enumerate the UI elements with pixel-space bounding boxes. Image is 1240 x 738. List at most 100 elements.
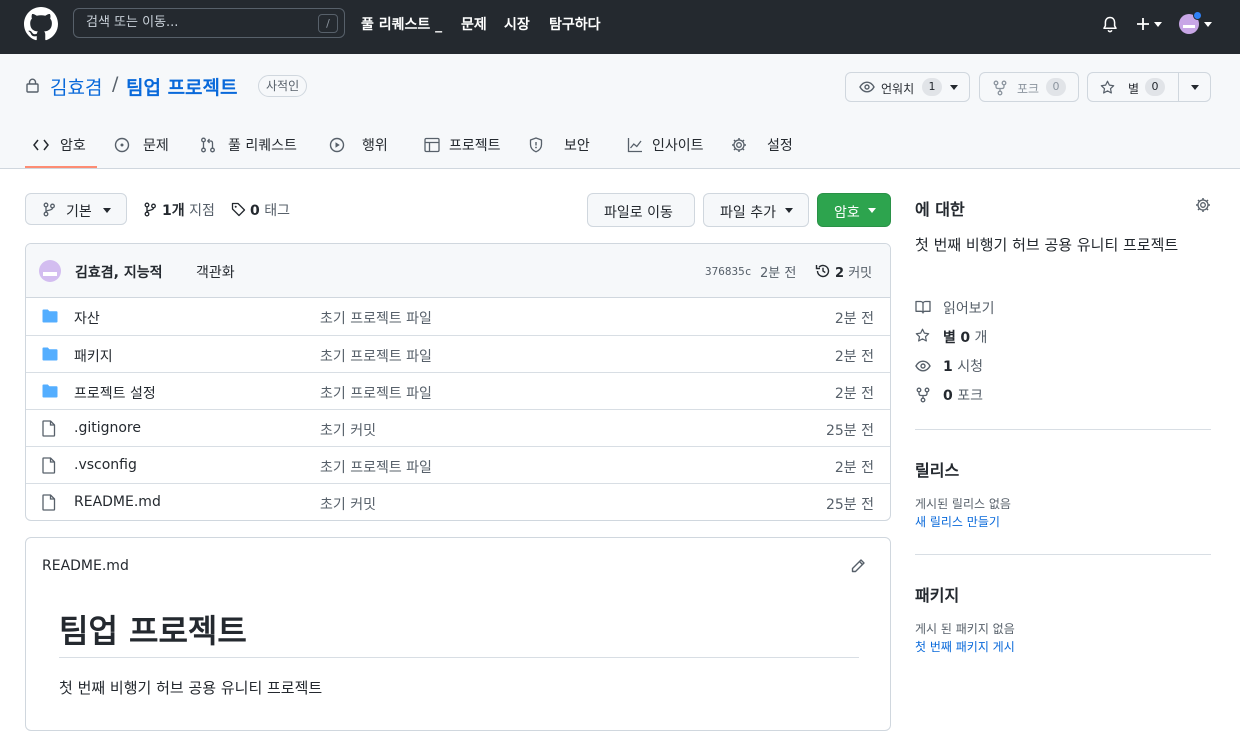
tab-code[interactable]: 암호 [60,135,86,155]
goto-file-label: 파일로 이동 [604,205,673,221]
graph-icon [627,138,642,153]
branches-label: 지점 [189,203,215,219]
file-commit-message[interactable]: 초기 프로젝트 파일 [320,457,432,477]
tab-projects[interactable]: 프로젝트 [449,135,501,155]
publish-package-link[interactable]: 첫 번째 패키지 게시 [915,638,1015,655]
repo-owner-link[interactable]: 김효겸 [50,73,102,100]
file-age: 25분 전 [825,423,874,439]
star-list-chevron-down-icon[interactable] [1191,85,1199,91]
repo-header: 김효겸 / 팀업 프로젝트 사적인 언워치 1 포크 0 별 0 암호 문제 풀… [0,54,1240,169]
folder-icon [42,347,58,361]
about-settings-gear-icon[interactable] [1195,197,1211,213]
file-row[interactable]: .vsconfig 초기 프로젝트 파일 2분 전 [26,446,890,483]
visibility-badge: 사적인 [258,75,308,97]
unwatch-label: 언워치 [881,82,915,96]
file-browser: 김효겸, 지능적 객관화 376835c 2분 전 2 커밋 자산초기 프로젝트… [25,243,891,521]
chevron-down-icon[interactable] [1154,22,1162,28]
tab-insights[interactable]: 인사이트 [652,135,704,155]
file-name[interactable]: 자산 [74,308,100,328]
chevron-down-icon [103,208,111,213]
branch-name: 기본 [66,204,92,220]
code-button-label: 암호 [834,205,860,221]
file-age: 2분 전 [834,460,874,476]
readme-body: 첫 번째 비행기 허브 공용 유니티 프로젝트 [59,679,323,697]
commit-authors[interactable]: 김효겸, 지능적 [75,262,162,282]
file-row[interactable]: README.md 초기 커밋 25분 전 [26,483,890,520]
commit-sha[interactable]: 376835c [705,265,751,278]
goto-file-button[interactable]: 파일로 이동 [587,193,695,227]
file-row[interactable]: 프로젝트 설정 초기 프로젝트 파일 2분 전 [26,372,890,409]
nav-issues[interactable]: 문제 [461,14,487,34]
nav-explore[interactable]: 탐구하다 [549,14,601,34]
about-description: 첫 번째 비행기 허브 공용 유니티 프로젝트 [915,236,1179,254]
repo-path-separator: / [112,73,119,95]
lock-icon [26,78,39,93]
file-row[interactable]: 자산 초기 프로젝트 파일 2분 전 [26,298,890,335]
plus-icon[interactable] [1136,17,1150,31]
file-icon [42,420,56,437]
tab-actions[interactable]: 행위 [362,135,388,155]
create-release-link[interactable]: 새 릴리스 만들기 [915,513,1000,530]
fork-button[interactable]: 포크 0 [979,72,1079,102]
unwatch-button[interactable]: 언워치 1 [845,72,970,102]
readme-heading-rule [59,657,859,658]
forks-label: 포크 [957,388,983,404]
file-commit-message[interactable]: 초기 커밋 [320,420,376,440]
file-commit-message[interactable]: 초기 커밋 [320,494,376,514]
releases-title[interactable]: 릴리스 [915,457,959,481]
play-icon [329,137,345,153]
file-age: 2분 전 [834,311,874,327]
tab-pull-requests[interactable]: 풀 리퀘스트 [228,135,297,155]
tab-settings[interactable]: 설정 [767,135,793,155]
branches-count: 1개 [162,203,185,219]
eye-icon [915,360,931,372]
star-button[interactable]: 별 0 [1087,72,1211,102]
forks-link[interactable]: 0 포크 [943,385,983,405]
file-name[interactable]: .vsconfig [74,457,137,473]
file-name[interactable]: 프로젝트 설정 [74,383,156,403]
file-icon [42,494,56,511]
branches-icon [144,202,156,217]
file-name[interactable]: 패키지 [74,346,113,366]
readme-filename[interactable]: README.md [42,558,129,574]
commits-label: 커밋 [848,266,873,281]
packages-title[interactable]: 패키지 [915,582,959,606]
stars-link[interactable]: 별 0 개 [943,327,987,347]
nav-pull-requests[interactable]: 풀 리퀘스트 _ [361,14,442,34]
repo-name-link[interactable]: 팀업 프로젝트 [126,73,238,100]
avatar-chevron-down-icon[interactable] [1204,22,1212,28]
commit-message[interactable]: 객관화 [196,262,235,282]
chevron-down-icon [785,208,793,213]
pencil-icon[interactable] [850,558,866,574]
global-header: 검색 또는 이동... / 풀 리퀘스트 _ 문제 시장 탐구하다 [0,0,1240,54]
file-name[interactable]: README.md [74,494,161,510]
github-logo-icon[interactable] [24,7,58,41]
tags-count: 0 [250,203,260,219]
watchers-link[interactable]: 1 시청 [943,356,983,376]
chevron-down-icon [868,208,876,213]
star-icon [915,328,930,342]
watch-count: 1 [922,78,942,96]
releases-empty-text: 게시된 릴리스 없음 [915,497,1011,511]
branch-select-button[interactable]: 기본 [25,193,127,225]
file-commit-message[interactable]: 초기 프로젝트 파일 [320,346,432,366]
add-file-button[interactable]: 파일 추가 [703,193,809,227]
file-row[interactable]: 패키지 초기 프로젝트 파일 2분 전 [26,335,890,372]
nav-marketplace[interactable]: 시장 [504,14,530,34]
file-row[interactable]: .gitignore 초기 커밋 25분 전 [26,409,890,446]
bell-icon[interactable] [1102,16,1118,34]
readme-link[interactable]: 읽어보기 [943,298,995,318]
code-button[interactable]: 암호 [817,193,891,227]
search-input[interactable]: 검색 또는 이동... / [73,8,345,38]
tags-link[interactable]: 0 태그 [250,200,290,220]
tag-icon [231,202,246,217]
star-label: 별 [1128,82,1140,96]
file-commit-message[interactable]: 초기 프로젝트 파일 [320,383,432,403]
branches-link[interactable]: 1개 지점 [162,200,215,220]
tab-security[interactable]: 보안 [564,135,590,155]
tab-issues[interactable]: 문제 [143,135,169,155]
file-commit-message[interactable]: 초기 프로젝트 파일 [320,308,432,328]
commits-link[interactable]: 2 커밋 [835,262,872,281]
commit-author-avatar[interactable] [39,260,61,282]
file-name[interactable]: .gitignore [74,420,141,436]
